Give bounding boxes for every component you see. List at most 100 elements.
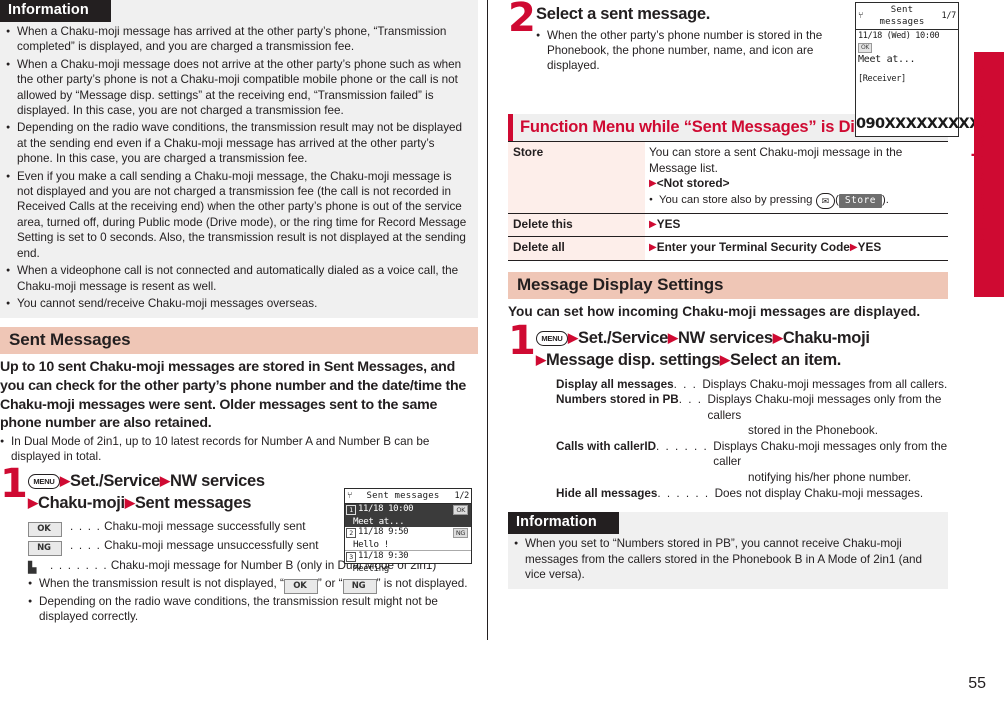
pen-ng-badge-inline: NG [342, 579, 377, 595]
section-heading-sent-messages: Sent Messages [0, 327, 478, 355]
table-cell-value: You can store a sent Chaku-moji message … [645, 142, 948, 214]
phone-screen-title: Sent messages [879, 5, 925, 27]
badge-label: OK [28, 521, 62, 537]
triangle-icon: ▶ [159, 472, 170, 488]
triangle-icon: ▶ [667, 329, 678, 345]
pen-ok-badge-icon: OK [858, 43, 872, 53]
legend-text: Chaku-moji message unsuccessfully sent [104, 539, 319, 553]
leader-dots: . . . . . . . [50, 558, 108, 572]
path-segment[interactable]: NW services [170, 472, 265, 490]
phone-screen-title: Sent messages [366, 491, 440, 501]
information-item: When a Chaku-moji message has arrived at… [0, 24, 478, 55]
option-label: Numbers stored in PB [556, 393, 679, 407]
step-1-notes: When the transmission result is not disp… [28, 576, 478, 624]
section-tab-label: Voice/Videophone Calls [971, 65, 989, 242]
list-index: 2 [346, 527, 356, 538]
envelope-key-icon[interactable]: ✉ [815, 192, 836, 209]
table-row: Delete this ▶YES [508, 213, 948, 237]
path-segment[interactable]: Message disp. settings [546, 351, 720, 369]
phone-screen-sent-messages-list: ⑂ Sent messages 1/2 1 11/18 10:00 OK Mee… [344, 488, 472, 574]
option-label: Calls with callerID [556, 439, 657, 453]
detail-receiver-label: [Receiver] [858, 74, 906, 84]
store-softkey[interactable]: Store [838, 193, 883, 208]
step-2-notes: When the other party’s phone number is s… [536, 28, 828, 73]
settings-options-list: Display all messages . . . Displays Chak… [536, 377, 948, 502]
table-cell-value: ▶Enter your Terminal Security Code▶YES [645, 237, 948, 261]
path-segment[interactable]: Select an item. [730, 351, 841, 369]
action-label: <Not stored> [656, 176, 730, 190]
triangle-icon: ▶ [536, 351, 546, 367]
left-column: Information When a Chaku-moji message ha… [0, 0, 478, 701]
detail-message: Meet at... [858, 54, 916, 65]
legend-text: Chaku-moji message successfully sent [104, 519, 306, 533]
list-message: Meet at... [353, 515, 405, 527]
triangle-icon: ▶ [124, 494, 135, 510]
leader-dots: . . . . . . [657, 486, 710, 500]
triangle-icon: ▶ [28, 494, 38, 510]
leader-dots: . . . [678, 393, 703, 407]
leader-dots: . . . [673, 377, 698, 391]
note-item: When the transmission result is not disp… [28, 576, 478, 595]
triangle-icon: ▶ [720, 351, 731, 367]
action-label-2: YES [857, 240, 882, 254]
note-text-after: ). [882, 193, 889, 206]
information-item: When a videophone call is not connected … [0, 263, 478, 294]
table-cell-value: ▶YES [645, 213, 948, 237]
information-item: Depending on the radio wave conditions, … [0, 120, 478, 166]
action-label: YES [656, 216, 681, 231]
pen-ng-badge-icon: NG [28, 538, 70, 557]
option-description: Displays Chaku-moji messages only from t… [713, 439, 948, 469]
detail-datetime: 11/18 (Wed) 10:00 [858, 31, 940, 41]
pen-ok-badge-icon: OK [28, 519, 70, 537]
detail-badge-row: OK [856, 42, 958, 53]
information-item: You cannot send/receive Chaku-moji messa… [0, 296, 478, 312]
phone-screen-message-detail: ⑂ Sent messages 1/7 11/18 (Wed) 10:00 OK… [855, 2, 980, 137]
note-item: When the other party’s phone number is s… [536, 28, 828, 73]
triangle-icon: ▶ [649, 242, 657, 253]
list-row-line1: 1 11/18 10:00 OK [345, 504, 471, 516]
information-item: Even if you make a call sending a Chaku-… [0, 169, 478, 261]
list-datetime: 11/18 9:30 [358, 551, 409, 561]
row-note: You can store also by pressing ✉(Store). [649, 192, 944, 209]
option-row: Hide all messages . . . . . . Does not d… [536, 486, 948, 502]
path-segment[interactable]: NW services [678, 329, 773, 347]
phone-b-icon: ▙ [28, 558, 50, 575]
triangle-icon: ▶ [649, 178, 657, 189]
path-segment[interactable]: Set./Service [70, 472, 160, 490]
triangle-icon: ▶ [649, 218, 657, 230]
option-row: Display all messages . . . Displays Chak… [536, 377, 948, 393]
path-segment[interactable]: Set./Service [578, 329, 668, 347]
information-list: When a Chaku-moji message has arrived at… [0, 24, 478, 312]
path-segment[interactable]: Chaku-moji [38, 494, 125, 512]
note-item: In Dual Mode of 2in1, up to 10 latest re… [0, 434, 472, 464]
section-heading-message-display-settings: Message Display Settings [508, 271, 948, 299]
note-text-middle: ” or “ [317, 577, 343, 591]
phone-page-indicator: 1/2 [454, 491, 470, 501]
information-box-bottom: Information When you set to “Numbers sto… [508, 512, 948, 590]
sent-messages-notes: In Dual Mode of 2in1, up to 10 latest re… [0, 434, 472, 464]
menu-key-icon[interactable]: MENU [536, 330, 568, 346]
row-action: ▶<Not stored> [649, 176, 944, 192]
table-row: Delete all ▶Enter your Terminal Security… [508, 236, 948, 261]
settings-path: MENU ▶Set./Service▶NW services▶Chaku-moji… [536, 327, 948, 371]
list-datetime: 11/18 10:00 [358, 504, 414, 514]
action-label: Enter your Terminal Security Code [656, 240, 850, 254]
badge-label: NG [28, 541, 62, 557]
pen-ng-badge-icon: NG [452, 527, 468, 538]
path-segment[interactable]: Sent messages [135, 494, 252, 512]
information-title: Information [0, 0, 111, 22]
phone-list-item[interactable]: 2 11/18 9:50 NG Hello ! [345, 527, 471, 551]
list-row-line1: 2 11/18 9:50 NG [345, 527, 471, 539]
option-row: Numbers stored in PB . . . Displays Chak… [536, 392, 948, 423]
information-item: When you set to “Numbers stored in PB”, … [508, 536, 948, 582]
menu-key-icon[interactable]: MENU [28, 473, 60, 489]
step-number: 2 [508, 0, 536, 41]
path-segment[interactable]: Chaku-moji [783, 329, 870, 347]
note-text-before: When the transmission result is not disp… [39, 577, 284, 591]
triangle-icon: ▶ [772, 329, 783, 345]
phone-status-bar: ⑂ Sent messages 1/2 [345, 489, 471, 504]
message-display-settings-section: Message Display Settings You can set how… [508, 271, 948, 590]
list-message: Meeting [353, 562, 389, 574]
phone-list-item-selected[interactable]: 1 11/18 10:00 OK Meet at... [345, 504, 471, 527]
phone-list-item[interactable]: 3 11/18 9:30 Meeting [345, 551, 471, 574]
